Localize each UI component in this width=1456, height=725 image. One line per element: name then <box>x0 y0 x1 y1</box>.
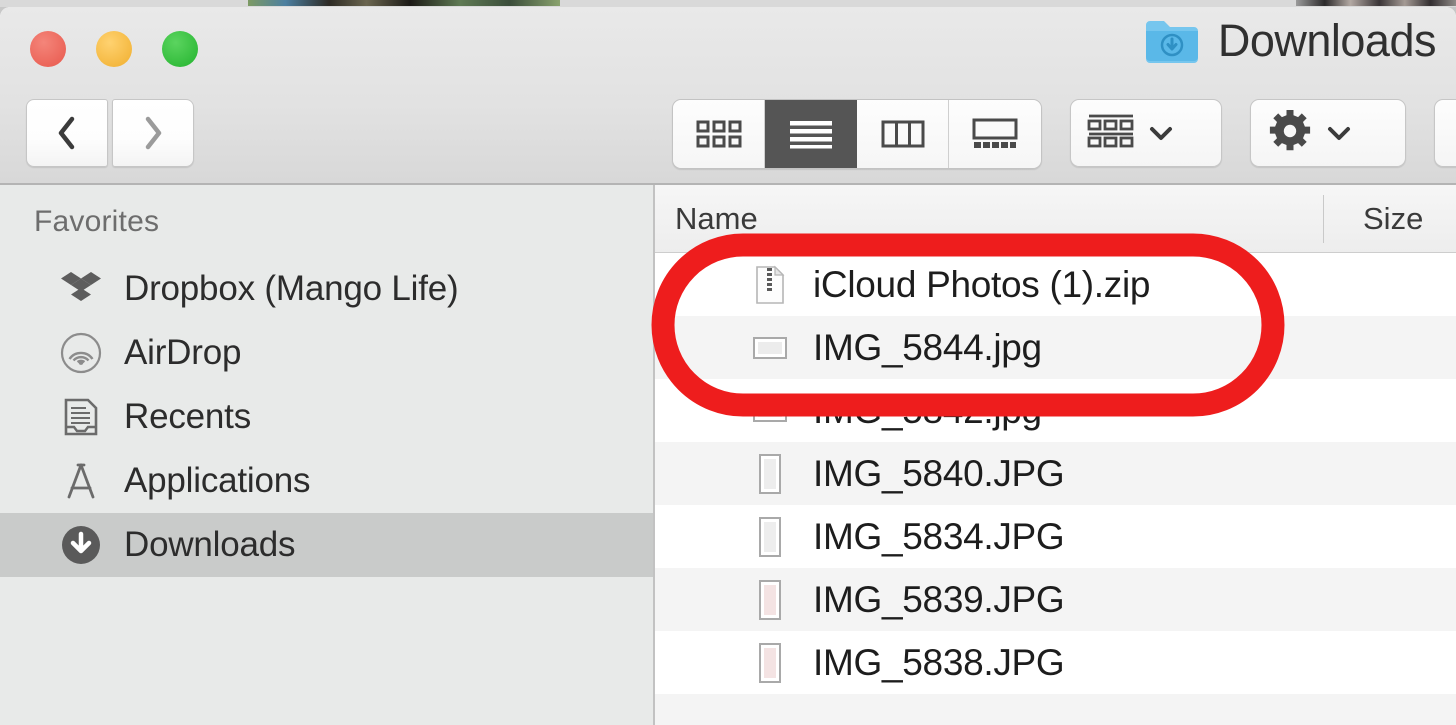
list-view-icon <box>788 119 834 149</box>
sidebar-section-favorites: Favorites <box>34 205 160 238</box>
sidebar-item-dropbox[interactable]: Dropbox (Mango Life) <box>0 257 653 321</box>
column-divider[interactable] <box>1323 195 1324 243</box>
arrange-items-button[interactable] <box>1070 99 1222 167</box>
sidebar-item-airdrop[interactable]: AirDrop <box>0 321 653 385</box>
minimize-button[interactable] <box>96 31 132 67</box>
file-list-column-header: Name Size <box>655 185 1456 253</box>
sidebar-item-label: Dropbox (Mango Life) <box>124 269 459 308</box>
column-view-button[interactable] <box>857 100 949 168</box>
file-row[interactable] <box>655 694 1456 725</box>
traffic-light-group <box>30 31 198 67</box>
file-name: IMG_5839.JPG <box>813 578 1065 620</box>
finder-sidebar: Favorites Dropbox (Mango Life) AirDrop R… <box>0 185 655 725</box>
chevron-down-icon <box>1327 125 1351 141</box>
image-landscape-icon <box>753 327 787 369</box>
file-list-pane: Name Size iCloud Photos (1).zip IMG_5844… <box>655 185 1456 725</box>
column-header-size[interactable]: Size <box>1363 201 1423 237</box>
recents-icon <box>60 396 102 438</box>
gallery-view-button[interactable] <box>949 100 1041 168</box>
image-portrait-pink-icon <box>753 642 787 684</box>
image-landscape-icon <box>753 390 787 432</box>
group-items-icon <box>1087 113 1135 154</box>
maximize-button[interactable] <box>162 31 198 67</box>
downloads-icon <box>60 524 102 566</box>
window-title-group: Downloads <box>1144 15 1437 67</box>
file-name: IMG_5838.JPG <box>813 641 1065 683</box>
icon-view-button[interactable] <box>673 100 765 168</box>
column-header-name[interactable]: Name <box>655 201 758 237</box>
forward-button[interactable] <box>112 99 194 167</box>
file-row[interactable]: iCloud Photos (1).zip <box>655 253 1456 316</box>
applications-icon <box>60 460 102 502</box>
file-row[interactable]: IMG_5838.JPG <box>655 631 1456 694</box>
chevron-down-icon <box>1149 125 1173 141</box>
dropbox-icon <box>60 268 102 310</box>
file-name: IMG_5842.jpg <box>813 389 1042 431</box>
navigation-button-group <box>26 99 194 167</box>
file-row[interactable]: IMG_5839.JPG <box>655 568 1456 631</box>
sidebar-item-label: Applications <box>124 461 311 500</box>
gear-icon <box>1267 108 1313 159</box>
downloads-folder-icon <box>1144 17 1200 65</box>
back-button[interactable] <box>26 99 108 167</box>
column-view-icon <box>881 119 925 149</box>
airdrop-icon <box>60 332 102 374</box>
image-portrait-pink-icon <box>753 579 787 621</box>
file-name: iCloud Photos (1).zip <box>813 263 1151 305</box>
desktop-wallpaper-fragment-right <box>1296 0 1456 6</box>
gallery-view-icon <box>971 118 1019 150</box>
file-row[interactable]: IMG_5842.jpg <box>655 379 1456 442</box>
file-name: IMG_5844.jpg <box>813 326 1042 368</box>
image-portrait-icon <box>753 516 787 558</box>
sidebar-item-label: AirDrop <box>124 333 242 372</box>
icon-view-icon <box>696 119 742 149</box>
toolbar-action-group <box>1070 99 1456 167</box>
window-titlebar: Downloads <box>0 7 1456 185</box>
image-portrait-icon <box>753 453 787 495</box>
file-name: IMG_5840.JPG <box>813 452 1065 494</box>
desktop-background-strip <box>0 0 1456 7</box>
desktop-wallpaper-fragment-left <box>248 0 560 6</box>
zip-file-icon <box>753 264 787 306</box>
file-name: IMG_5834.JPG <box>813 515 1065 557</box>
finder-window: Downloads Favorites Dropbox (Mango Life)… <box>0 7 1456 725</box>
window-body: Favorites Dropbox (Mango Life) AirDrop R… <box>0 185 1456 725</box>
sidebar-item-recents[interactable]: Recents <box>0 385 653 449</box>
file-row[interactable]: IMG_5844.jpg <box>655 316 1456 379</box>
chevron-left-icon <box>54 113 80 153</box>
sidebar-item-applications[interactable]: Applications <box>0 449 653 513</box>
file-list: iCloud Photos (1).zip IMG_5844.jpg IMG_5… <box>655 253 1456 725</box>
action-menu-button[interactable] <box>1250 99 1406 167</box>
sidebar-item-label: Downloads <box>124 525 296 564</box>
page-title: Downloads <box>1217 15 1437 66</box>
close-button[interactable] <box>30 31 66 67</box>
list-view-button[interactable] <box>765 100 857 168</box>
sidebar-item-label: Recents <box>124 397 251 436</box>
file-row[interactable]: IMG_5840.JPG <box>655 442 1456 505</box>
finder-window-screenshot: Downloads Favorites Dropbox (Mango Life)… <box>0 0 1456 725</box>
toolbar-overflow-button[interactable] <box>1434 99 1456 167</box>
sidebar-item-downloads[interactable]: Downloads <box>0 513 653 577</box>
chevron-right-icon <box>140 113 166 153</box>
file-row[interactable]: IMG_5834.JPG <box>655 505 1456 568</box>
view-mode-segmented-control <box>672 99 1042 169</box>
